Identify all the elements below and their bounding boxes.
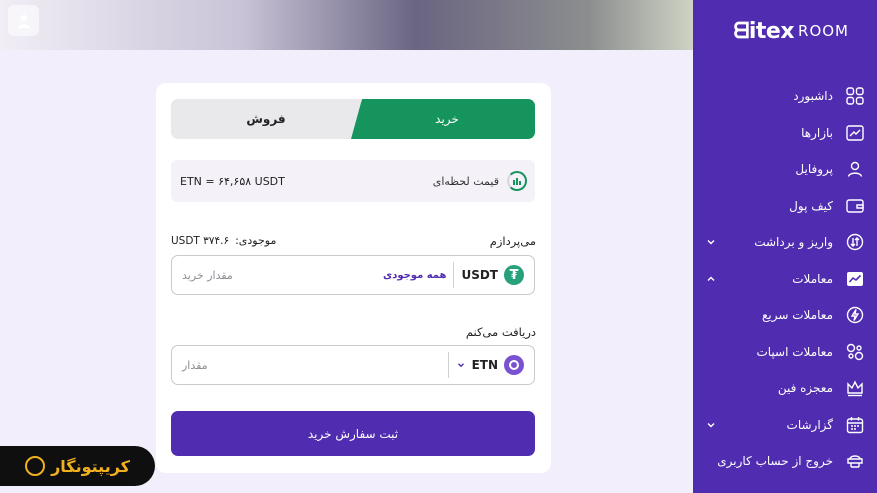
chevron-down-icon xyxy=(707,240,715,245)
logout-icon xyxy=(845,451,865,471)
spot-exchange-icon xyxy=(845,342,865,362)
sidebar-nav: داشبورد بازارها پروفایل کیف پول واریز و … xyxy=(693,78,877,480)
deposit-withdraw-icon xyxy=(845,232,865,252)
pay-amount-field[interactable]: ₮ USDT همه موجودی مقدار خرید xyxy=(171,255,535,295)
all-balance-button[interactable]: همه موجودی xyxy=(383,270,446,281)
sidebar-item-markets[interactable]: بازارها xyxy=(693,115,877,152)
pay-label: می‌پردازم xyxy=(489,234,536,248)
sidebar-item-dashboard[interactable]: داشبورد xyxy=(693,78,877,115)
trade-chart-icon xyxy=(845,269,865,289)
divider xyxy=(447,352,449,378)
logo-room: ROOM xyxy=(798,22,849,40)
live-price-value: ETN = ۶۴,۶۵۸ USDT xyxy=(180,174,285,188)
sidebar-item-reports[interactable]: گزارشات xyxy=(693,407,877,444)
sidebar: ᗺitex ROOM داشبورد بازارها پروفایل کیف پ… xyxy=(693,0,877,493)
calendar-report-icon xyxy=(845,415,865,435)
user-icon xyxy=(845,159,865,179)
pay-coin: ₮ USDT xyxy=(461,256,534,294)
receive-label: دریافت می‌کنم xyxy=(465,325,536,339)
price-gauge-icon xyxy=(507,171,527,191)
sidebar-item-label: معاملات سریع xyxy=(762,308,833,323)
sidebar-item-quick-trades[interactable]: معاملات سریع xyxy=(693,297,877,334)
sidebar-item-label: پروفایل xyxy=(795,162,833,177)
receive-amount-placeholder[interactable]: مقدار xyxy=(182,359,208,372)
dashboard-grid-icon xyxy=(845,86,865,106)
lightning-icon xyxy=(845,305,865,325)
sidebar-item-trades[interactable]: معاملات xyxy=(693,261,877,298)
chevron-down-icon xyxy=(457,363,464,368)
receive-coin-name: ETN xyxy=(471,358,498,372)
sidebar-item-label: معجزه فین xyxy=(777,381,833,396)
pay-coin-name: USDT xyxy=(461,268,498,282)
sidebar-item-spot-trades[interactable]: معاملات اسپات xyxy=(693,334,877,371)
balance: موجودی: USDT ۳۷۴.۶ xyxy=(171,234,276,247)
sidebar-item-label: معاملات اسپات xyxy=(756,344,833,359)
sidebar-item-label: کیف پول xyxy=(789,198,833,213)
balance-value: USDT ۳۷۴.۶ xyxy=(171,235,230,247)
chevron-down-icon xyxy=(707,422,715,428)
sidebar-item-logout[interactable]: خروج از حساب کاربری xyxy=(693,443,877,480)
sidebar-item-label: بازارها xyxy=(801,125,833,140)
tab-sell[interactable]: فروش xyxy=(171,99,361,139)
tab-buy[interactable]: خرید xyxy=(351,99,535,139)
user-account-button[interactable] xyxy=(8,5,39,36)
watermark-badge: کریپتونگار xyxy=(0,446,155,486)
badge-text: کریپتونگار xyxy=(51,456,130,476)
top-header xyxy=(0,0,693,50)
live-price-label: قیمت لحظه‌ای xyxy=(432,174,499,188)
sidebar-item-wallet[interactable]: کیف پول xyxy=(693,188,877,225)
logo-mark: ᗺitex xyxy=(733,18,795,44)
wallet-icon xyxy=(845,196,865,216)
trade-tabs: فروش خرید xyxy=(171,99,535,139)
sidebar-item-label: داشبورد xyxy=(793,89,833,104)
usdt-icon: ₮ xyxy=(504,265,524,285)
receive-coin-select[interactable]: ETN xyxy=(456,346,534,384)
badge-emblem-icon xyxy=(25,456,46,476)
divider xyxy=(453,262,455,288)
pay-amount-placeholder[interactable]: مقدار خرید xyxy=(182,269,233,282)
sidebar-item-profile[interactable]: پروفایل xyxy=(693,151,877,188)
submit-buy-order-button[interactable]: ثبت سفارش خرید xyxy=(171,411,535,456)
crown-icon xyxy=(845,378,865,398)
sidebar-item-fin-miracle[interactable]: معجزه فین xyxy=(693,370,877,407)
user-icon xyxy=(17,14,30,28)
chart-line-icon xyxy=(845,123,865,143)
receive-amount-field[interactable]: ETN مقدار xyxy=(171,345,535,385)
sidebar-item-deposit-withdraw[interactable]: واریز و برداشت xyxy=(693,224,877,261)
etn-icon xyxy=(504,355,524,375)
live-price-row: قیمت لحظه‌ای ETN = ۶۴,۶۵۸ USDT xyxy=(171,160,535,202)
balance-label: موجودی: xyxy=(235,234,277,247)
trade-card: فروش خرید قیمت لحظه‌ای ETN = ۶۴,۶۵۸ USDT… xyxy=(156,83,551,473)
sidebar-item-label: خروج از حساب کاربری xyxy=(717,454,833,469)
chevron-up-icon xyxy=(707,276,715,281)
logo[interactable]: ᗺitex ROOM xyxy=(733,16,849,46)
